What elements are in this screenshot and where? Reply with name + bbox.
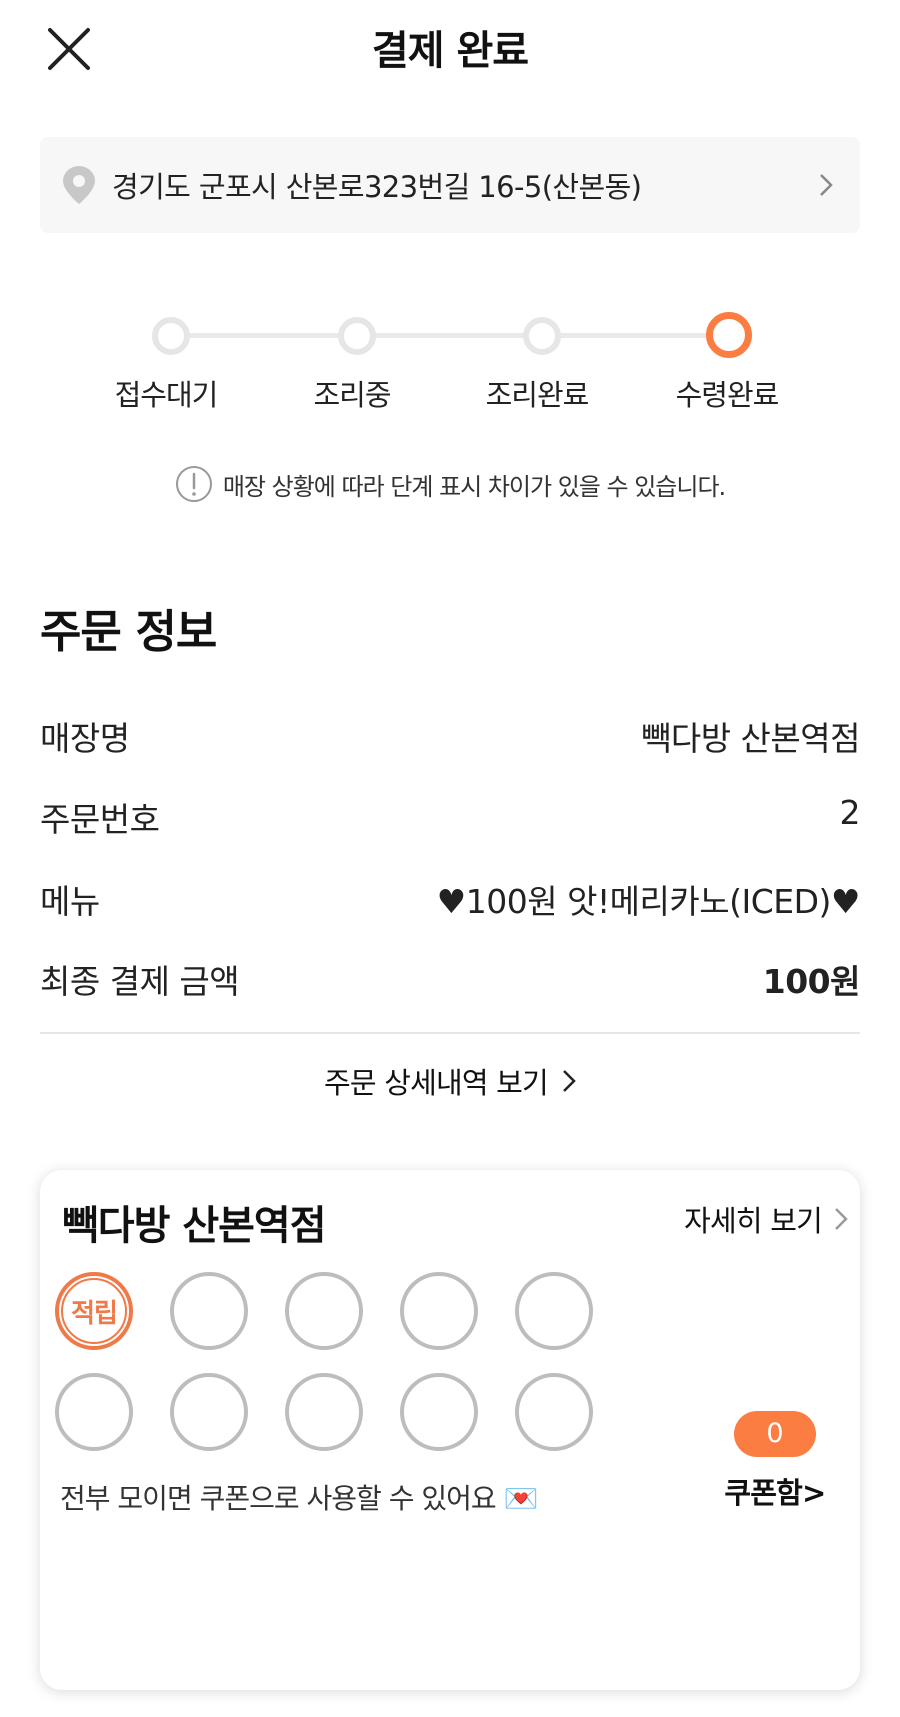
total-amount-label: 최종 결제 금액 [40,962,240,1001]
stamp-card-note: 전부 모이면 쿠폰으로 사용할 수 있어요 💌 [60,1482,538,1515]
step-dot-1 [152,317,190,355]
address-text: 경기도 군포시 산본로323번길 16-5(산본동) [112,170,642,204]
stamp-empty [55,1373,133,1451]
location-pin-icon [63,166,95,204]
stamp-empty [285,1373,363,1451]
notice-text: 매장 상황에 따라 단계 표시 차이가 있을 수 있습니다. [222,472,726,501]
stamp-filled: 적립 [55,1272,133,1350]
order-number-label: 주문번호 [40,800,160,839]
order-info-title: 주문 정보 [40,605,217,658]
stamp-empty [515,1373,593,1451]
stamp-text: 적립 [61,1278,127,1344]
store-name-value: 빽다방 산본역점 [640,719,861,758]
menu-value: ♥100원 앗!메리카노(ICED)♥ [436,882,861,921]
progress-notice: 매장 상황에 따라 단계 표시 차이가 있을 수 있습니다. [0,465,900,503]
order-detail-link[interactable]: 주문 상세내역 보기 [0,1060,900,1102]
step-label-2: 조리중 [313,378,391,412]
coupon-count-badge[interactable]: 0 [734,1411,816,1457]
stamp-empty [400,1272,478,1350]
step-label-1: 접수대기 [114,378,219,412]
coupon-box-link[interactable]: 쿠폰함> [700,1470,850,1512]
chevron-right-icon [820,174,833,196]
more-label: 자세히 보기 [684,1204,823,1238]
stamp-card-store-name: 빽다방 산본역점 [62,1203,327,1249]
divider [40,1032,860,1034]
step-dot-3 [523,317,561,355]
chevron-right-icon [563,1070,576,1092]
progress-track [167,333,729,338]
info-icon [175,466,212,502]
stamp-empty [285,1272,363,1350]
stamp-empty [400,1373,478,1451]
store-name-label: 매장명 [40,719,130,758]
step-label-4: 수령완료 [675,378,780,412]
step-dot-4-active [706,312,752,358]
stamp-empty [515,1272,593,1350]
chevron-right-icon [835,1208,848,1230]
order-detail-label: 주문 상세내역 보기 [324,1066,549,1100]
stamp-card-more-link[interactable]: 자세히 보기 [684,1198,848,1240]
order-number-value: 2 [839,793,861,832]
address-bar[interactable]: 경기도 군포시 산본로323번길 16-5(산본동) [40,137,860,233]
page-title: 결제 완료 [371,28,529,74]
menu-label: 메뉴 [40,882,100,921]
step-dot-2 [338,317,376,355]
stamp-empty [170,1373,248,1451]
total-amount-value: 100원 [762,962,861,1001]
stamp-empty [170,1272,248,1350]
step-label-3: 조리완료 [485,378,590,412]
